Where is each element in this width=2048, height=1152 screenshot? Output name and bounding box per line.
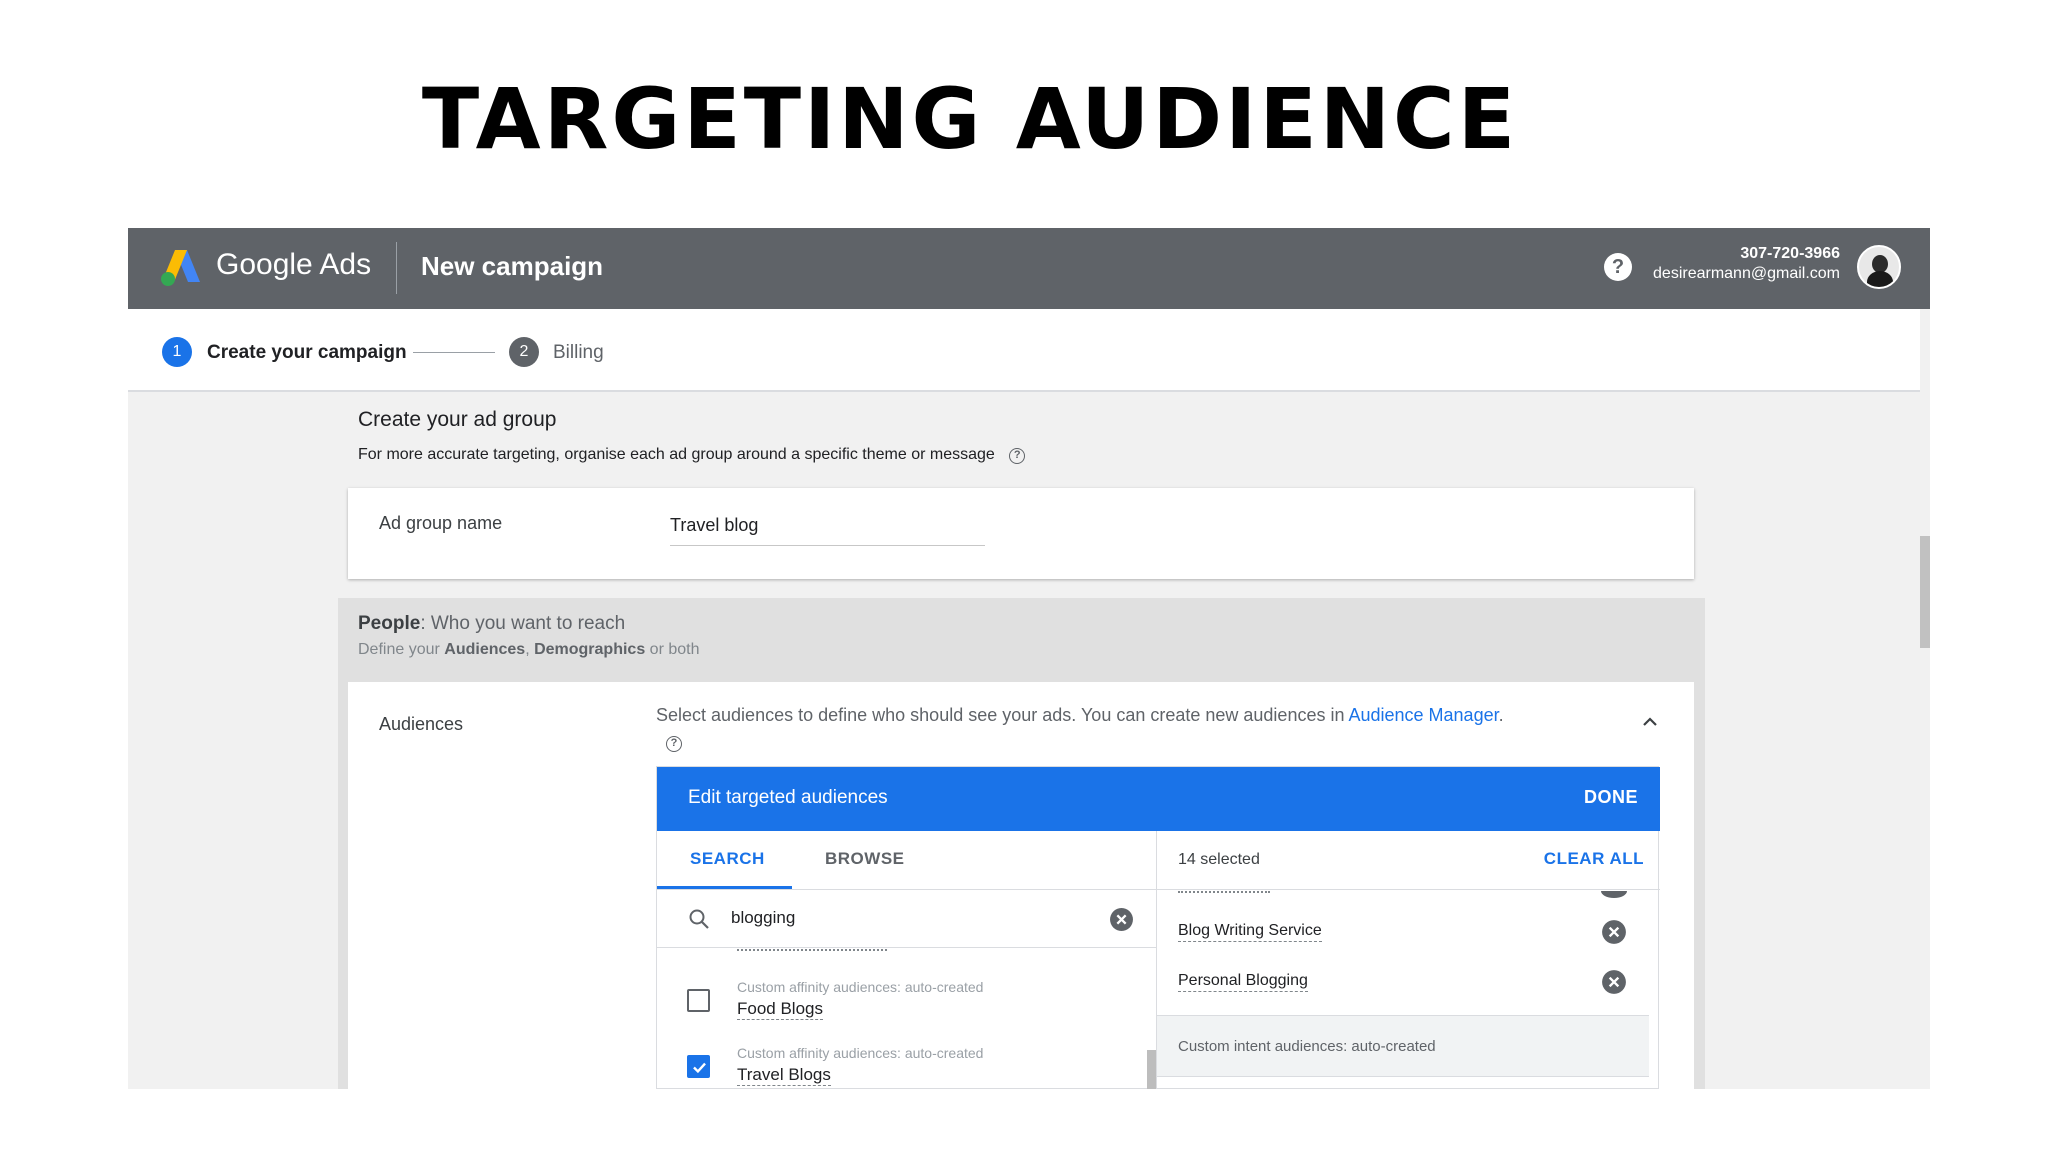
help-outline-icon[interactable]: ? <box>666 736 682 752</box>
selected-group-header: Custom intent audiences: auto-created <box>1157 1015 1649 1077</box>
page-scrollbar[interactable] <box>1920 536 1930 648</box>
step-2-label[interactable]: Billing <box>553 342 604 364</box>
google-ads-screen: Google Ads New campaign ? 307-720-3966 d… <box>128 228 1930 1089</box>
clipped-item-edge <box>737 949 887 951</box>
account-phone: 307-720-3966 <box>1740 245 1840 262</box>
help-outline-icon[interactable]: ? <box>1009 448 1026 464</box>
remove-circle-icon[interactable] <box>1601 919 1627 945</box>
ad-group-description-text: For more accurate targeting, organise ea… <box>358 446 995 463</box>
checkbox-unchecked[interactable] <box>687 989 710 1012</box>
avatar-body <box>1867 271 1893 287</box>
search-pane: SEARCH BROWSE blogging Custom affinity a… <box>657 831 1157 1089</box>
audience-result-item[interactable]: Custom affinity audiences: auto-created … <box>657 969 1147 1029</box>
audience-search-row: blogging <box>657 890 1157 948</box>
active-tab-indicator <box>657 886 792 889</box>
selected-count: 14 selected <box>1178 851 1260 868</box>
help-circle-icon[interactable]: ? <box>1604 253 1632 281</box>
clipped-item-edge <box>1178 891 1270 893</box>
edit-audiences-panel: Edit targeted audiences DONE SEARCH BROW… <box>656 766 1660 1089</box>
remove-circle-icon[interactable] <box>1601 891 1627 899</box>
audiences-description-text: Select audiences to define who should se… <box>656 705 1349 725</box>
topbar-divider <box>396 242 397 294</box>
check-icon <box>693 1062 706 1074</box>
checkbox-checked[interactable] <box>687 1055 710 1078</box>
ad-group-card: Ad group name Travel blog <box>348 488 1694 579</box>
people-subtitle: Define your Audiences, Demographics or b… <box>358 641 699 659</box>
people-title: People: Who you want to reach <box>358 613 625 635</box>
ad-group-description: For more accurate targeting, organise ea… <box>358 446 1026 464</box>
done-button[interactable]: DONE <box>1584 787 1638 808</box>
step-1-number[interactable]: 1 <box>162 337 192 367</box>
audiences-description-period: . <box>1498 705 1504 725</box>
step-2-number[interactable]: 2 <box>509 337 539 367</box>
selected-audience-name: Personal Blogging <box>1178 971 1308 992</box>
campaign-title: New campaign <box>421 251 604 281</box>
brand-name: Google Ads <box>216 248 372 281</box>
result-type: Custom affinity audiences: auto-created <box>737 979 984 995</box>
selected-header: 14 selected CLEAR ALL <box>1157 831 1660 890</box>
selected-audience-item: Blog Writing Service <box>1157 907 1647 957</box>
people-sub-audiences: Audiences <box>444 641 526 658</box>
chevron-up-icon[interactable] <box>1638 710 1662 734</box>
clear-all-button[interactable]: CLEAR ALL <box>1544 849 1644 869</box>
google-ads-logo-icon <box>161 250 200 286</box>
people-title-rest: : Who you want to reach <box>420 613 626 634</box>
remove-circle-icon[interactable] <box>1601 969 1627 995</box>
audience-result-item[interactable]: Custom affinity audiences: auto-created … <box>657 1035 1147 1089</box>
account-info[interactable]: 307-720-3966 desirearmann@gmail.com <box>1653 244 1840 284</box>
people-title-bold: People <box>358 613 421 634</box>
ad-group-name-input[interactable]: Travel blog <box>670 512 985 546</box>
people-sub-suffix: or both <box>645 641 700 658</box>
clear-circle-icon[interactable] <box>1109 907 1134 932</box>
top-app-bar: Google Ads New campaign ? 307-720-3966 d… <box>128 228 1930 309</box>
selected-audience-item: Personal Blogging <box>1157 957 1647 1007</box>
selected-audience-name: Blog Writing Service <box>1178 921 1322 942</box>
audiences-description: Select audiences to define who should se… <box>656 702 1596 754</box>
account-email: desirearmann@gmail.com <box>1653 265 1840 282</box>
search-icon <box>689 909 709 929</box>
step-connector <box>413 352 495 353</box>
audience-manager-link[interactable]: Audience Manager <box>1348 705 1498 725</box>
slide-title: TARGETING AUDIENCE <box>421 70 1519 168</box>
people-sub-prefix: Define your <box>358 641 445 658</box>
people-sub-comma: , <box>525 641 535 658</box>
selected-pane: 14 selected CLEAR ALL Blog Writing Servi… <box>1157 831 1660 1089</box>
selected-group-label: Custom intent audiences: auto-created <box>1178 1038 1436 1055</box>
audiences-card: Audiences Select audiences to define who… <box>348 682 1694 1089</box>
people-sub-demographics: Demographics <box>534 641 646 658</box>
tab-search[interactable]: SEARCH <box>690 849 765 869</box>
editor-title: Edit targeted audiences <box>688 787 888 808</box>
editor-header: Edit targeted audiences DONE <box>657 767 1660 831</box>
tab-browse[interactable]: BROWSE <box>825 849 905 869</box>
result-name: Travel Blogs <box>737 1065 831 1086</box>
result-type: Custom affinity audiences: auto-created <box>737 1045 984 1061</box>
step-1-label[interactable]: Create your campaign <box>207 342 407 364</box>
ad-group-name-label: Ad group name <box>379 513 503 533</box>
result-name: Food Blogs <box>737 999 823 1020</box>
campaign-stepper: 1 Create your campaign 2 Billing <box>128 309 1920 392</box>
results-scrollbar[interactable] <box>1147 1050 1156 1089</box>
audience-search-input[interactable]: blogging <box>731 908 795 928</box>
audience-tabs: SEARCH BROWSE <box>657 831 1157 890</box>
user-avatar[interactable] <box>1857 245 1901 289</box>
audiences-label: Audiences <box>379 714 464 734</box>
ad-group-section-title: Create your ad group <box>358 408 557 431</box>
